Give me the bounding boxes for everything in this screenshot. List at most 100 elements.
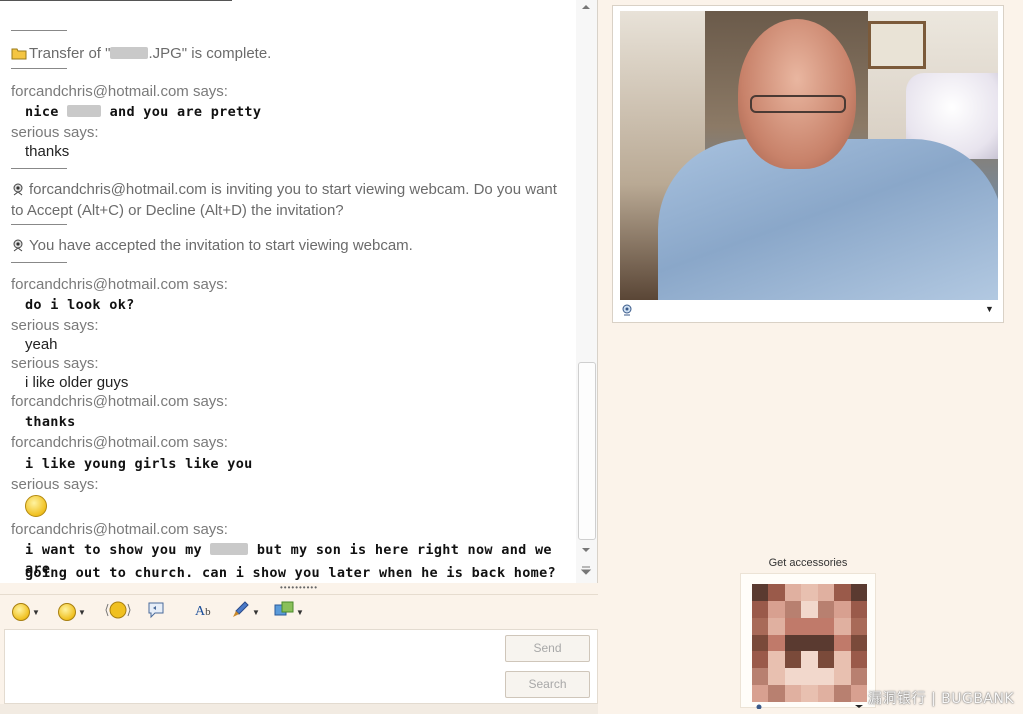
transfer-suffix: .JPG" is complete.: [148, 45, 272, 62]
background-button[interactable]: ▼: [230, 600, 260, 625]
sender-line: forcandchris@hotmail.com says:: [11, 393, 228, 410]
avatar-pixel-cell: [768, 584, 785, 601]
avatar-pixel-cell: [801, 651, 818, 669]
message-text: yeah: [25, 336, 58, 353]
avatar-pixel-cell: [801, 584, 818, 601]
sender-line: forcandchris@hotmail.com says:: [11, 434, 228, 451]
scrollbar-thumb[interactable]: [578, 362, 596, 540]
font-button[interactable]: Ab: [195, 602, 211, 622]
avatar-pixel-cell: [768, 685, 785, 702]
splitter-grip[interactable]: ••••••••••: [280, 584, 320, 592]
avatar-pixel-cell: [801, 634, 818, 652]
chat-transcript-pane[interactable]: Transfer of " .JPG" is complete. forcandc…: [0, 0, 598, 583]
avatar-pixel-cell: [834, 651, 851, 669]
avatar-pixel-cell: [784, 634, 802, 652]
message-text: i like older guys: [25, 374, 129, 391]
avatar-pixel-cell: [817, 584, 835, 601]
scroll-to-end-icon[interactable]: [580, 565, 592, 575]
message-text: thanks: [25, 414, 76, 430]
message-part: nice: [25, 104, 59, 120]
watermark: 漏洞银行 | BUGBANK: [868, 691, 1015, 707]
avatar-pixel-cell: [784, 584, 802, 601]
emoticon-button[interactable]: ▼: [12, 602, 40, 622]
avatar-pixel-cell: [768, 668, 785, 686]
divider: [11, 30, 67, 31]
avatar-pixel-cell: [850, 584, 867, 601]
avatar-menu-icon[interactable]: [751, 704, 871, 709]
message-text: going out to church. can i show you late…: [25, 565, 556, 581]
avatar-pixel-cell: [784, 668, 802, 686]
font-icon: Ab: [195, 604, 211, 619]
sender-line: forcandchris@hotmail.com says:: [11, 521, 228, 538]
folder-icon: [11, 46, 27, 65]
avatar-pixel-cell: [752, 617, 769, 635]
games-button[interactable]: ▼: [274, 600, 304, 625]
wall-picture: [868, 21, 926, 69]
message-text: do i look ok?: [25, 297, 135, 313]
webcam-icon[interactable]: [621, 304, 633, 316]
sender-line: forcandchris@hotmail.com says:: [11, 83, 228, 100]
avatar-pixel-cell: [752, 668, 769, 686]
avatar-pixel-cell: [850, 600, 867, 618]
avatar-pixel-cell: [834, 584, 851, 601]
avatar-pixel-cell: [834, 600, 851, 618]
get-accessories-link[interactable]: Get accessories: [742, 557, 874, 569]
avatar-pixel-cell: [817, 617, 835, 635]
nudge-button[interactable]: [105, 600, 131, 625]
sender-line: serious says:: [11, 317, 99, 334]
divider: [11, 168, 67, 169]
scroll-up-arrow-icon[interactable]: [580, 2, 592, 12]
chevron-down-icon: ▼: [252, 607, 260, 617]
display-picture-frame[interactable]: [740, 573, 876, 709]
chevron-down-icon: ▼: [296, 607, 304, 617]
top-divider: [0, 0, 232, 1]
avatar-pixel-cell: [752, 634, 769, 652]
webcam-accepted-notice: You have accepted the invitation to star…: [11, 236, 571, 257]
chevron-down-icon: ▼: [32, 607, 40, 617]
avatar-pixel-cell: [752, 584, 769, 601]
redacted-word: [210, 543, 249, 555]
send-button[interactable]: Send: [505, 635, 590, 662]
message-part: and you are pretty: [109, 104, 262, 120]
redacted-word: [67, 105, 102, 117]
accepted-text: You have accepted the invitation to star…: [29, 237, 413, 254]
avatar-pixel-cell: [784, 600, 802, 618]
avatar-pixel-cell: [850, 617, 867, 635]
avatar-pixel-cell: [768, 617, 785, 635]
avatar-pixel-cell: [752, 600, 769, 618]
webcam-icon: [11, 182, 27, 201]
avatar-pixel-cell: [850, 634, 867, 652]
avatar-pixel-cell: [752, 685, 769, 702]
wink-emoticon-icon: [25, 495, 47, 517]
message-text: nice and you are pretty: [11, 103, 571, 122]
message-part: i want to show you my: [25, 542, 202, 558]
redacted-filename: [110, 47, 149, 59]
formatting-toolbar: ▼ ▼ Ab ▼ ▼: [0, 594, 598, 628]
games-icon: [274, 600, 294, 625]
avatar-pixel-cell: [752, 651, 769, 669]
avatar-pixel-cell: [768, 651, 785, 669]
wink-icon: [58, 603, 76, 621]
invite-text: forcandchris@hotmail.com is inviting you…: [11, 181, 557, 219]
sender-line: serious says:: [11, 476, 99, 493]
avatar-pixel-cell: [768, 600, 785, 618]
message-input[interactable]: Send Search: [4, 629, 598, 704]
transfer-prefix: Transfer of ": [29, 45, 111, 62]
webcam-invite-notice: forcandchris@hotmail.com is inviting you…: [11, 180, 571, 220]
avatar-pixel-cell: [817, 651, 835, 669]
avatar-pixel-cell: [784, 617, 802, 635]
webcam-menu-chevron-icon[interactable]: ▼: [985, 304, 994, 314]
scroll-down-arrow-icon[interactable]: [580, 545, 592, 555]
divider: [11, 224, 67, 225]
search-button[interactable]: Search: [505, 671, 590, 698]
nudge-icon: [105, 600, 131, 625]
wink-button[interactable]: ▼: [58, 602, 86, 622]
avatar-pixel-cell: [768, 634, 785, 652]
paintbrush-icon: [230, 600, 250, 625]
voice-clip-button[interactable]: [146, 602, 166, 622]
webcam-video[interactable]: [620, 11, 998, 300]
avatar-pixel-cell: [834, 617, 851, 635]
avatar-pixel-cell: [817, 600, 835, 618]
avatar-pixel-cell: [834, 634, 851, 652]
avatar-pixel-cell: [784, 651, 802, 669]
